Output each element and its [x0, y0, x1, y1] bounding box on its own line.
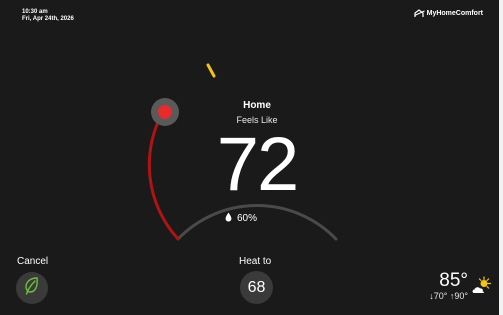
heat-setpoint-button[interactable]: 68 — [240, 271, 273, 304]
cancel-eco-button[interactable] — [16, 272, 48, 304]
leaf-icon — [24, 276, 40, 300]
mode-title: Home — [243, 100, 271, 111]
heat-to-label: Heat to — [239, 256, 272, 267]
weather-widget[interactable]: 85° ↓70° ↑90° — [408, 270, 468, 302]
droplet-icon — [225, 212, 232, 225]
humidity-value: 60% — [237, 213, 258, 224]
partly-cloudy-sun-icon — [471, 276, 493, 301]
high-low-temps: ↓70° ↑90° — [408, 291, 468, 301]
heat-range-arc — [147, 108, 180, 241]
current-temperature: 72 — [216, 122, 300, 207]
ambient-temp-marker — [206, 63, 216, 78]
outdoor-temperature: 85° — [439, 270, 468, 291]
setpoint-handle-dot — [158, 105, 172, 119]
humidity-readout: 60% — [225, 212, 257, 225]
low-temp: ↓70° — [429, 291, 448, 301]
thermostat-screen: 10:30 am Fri, Apr 24th, 2026 MyHomeComfo… — [0, 0, 503, 315]
cancel-label: Cancel — [17, 256, 49, 267]
high-temp: ↑90° — [449, 291, 468, 301]
